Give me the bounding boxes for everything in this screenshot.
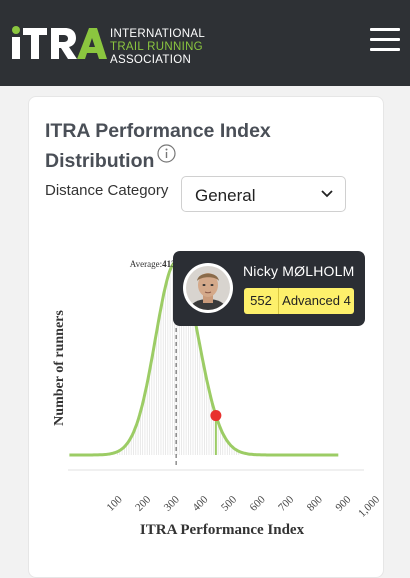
x-tick-label: 500 — [219, 493, 240, 514]
x-tick-label: 700 — [276, 493, 297, 514]
x-tick-label: 800 — [305, 493, 326, 514]
runner-avatar — [183, 263, 233, 313]
runner-pi-score: 552 — [244, 288, 279, 314]
x-tick-label: 600 — [248, 493, 269, 514]
x-tick-label: 300 — [162, 493, 183, 514]
x-tick-label: 100 — [105, 493, 126, 514]
x-axis-title: ITRA Performance Index — [140, 522, 305, 538]
runner-tooltip[interactable]: Nicky MØLHOLM 552 Advanced 4 — [173, 251, 365, 326]
runner-marker[interactable] — [210, 410, 222, 422]
performance-badge: 552 Advanced 4 — [244, 288, 354, 314]
y-axis-title: Number of runners — [52, 310, 67, 426]
x-tick-label: 200 — [133, 493, 154, 514]
runner-level: Advanced 4 — [282, 293, 351, 308]
x-tick-label: 900 — [333, 493, 354, 514]
x-tick-label: 1,000 — [356, 493, 382, 519]
x-axis-ticks: 100 200 300 400 500 600 700 800 900 1,000 — [105, 493, 383, 519]
x-tick-label: 400 — [190, 493, 211, 514]
runner-name: Nicky MØLHOLM — [243, 263, 355, 279]
average-label: Average: — [130, 259, 162, 269]
